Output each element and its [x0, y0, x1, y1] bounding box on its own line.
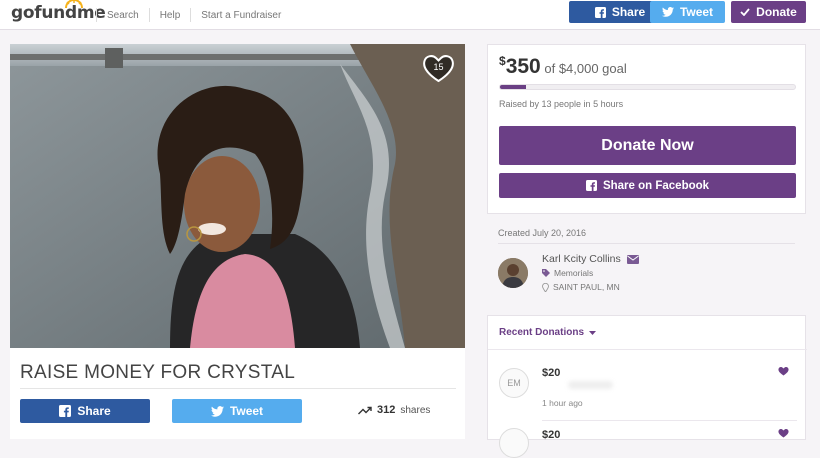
facebook-icon [585, 180, 597, 191]
envelope-icon[interactable] [626, 254, 639, 264]
nav-search[interactable]: Search [107, 10, 139, 21]
organizer-name-text: Karl Kcity Collins [542, 253, 621, 265]
share-on-facebook-label: Share on Facebook [602, 179, 710, 192]
twitter-icon [661, 7, 674, 17]
heart-count: 15 [433, 62, 444, 72]
raised-number: 350 [505, 55, 541, 78]
organizer-name[interactable]: Karl Kcity Collins [542, 253, 639, 265]
created-date: Created July 20, 2016 [498, 228, 587, 238]
tag-icon [542, 269, 550, 277]
raised-value: $350 [499, 54, 541, 78]
funding-card: $350 of $4,000 goal Raised by 13 people … [487, 44, 806, 214]
recent-donations-card: Recent Donations EM $20 1 hour ago $20 [487, 315, 807, 458]
top-bar: gofundme Search Help Start a Fundraiser … [0, 0, 820, 30]
caret-down-icon [589, 330, 597, 335]
facebook-icon [59, 405, 72, 417]
goal-text: of $4,000 goal [544, 61, 627, 76]
organizer-card: Created July 20, 2016 Karl Kcity Collins… [487, 215, 806, 305]
donate-now-button[interactable]: Donate Now [499, 126, 796, 165]
trending-up-icon [358, 406, 372, 414]
organizer-category[interactable]: Memorials [542, 268, 593, 278]
title-divider [20, 388, 456, 389]
donation-divider [542, 420, 797, 421]
recent-donations-header[interactable]: Recent Donations [499, 327, 597, 338]
shares-label: shares [400, 404, 431, 416]
check-icon [740, 8, 750, 16]
tweet-label: Tweet [229, 404, 264, 418]
heart-icon[interactable] [778, 366, 789, 376]
donations-divider [488, 349, 807, 350]
share-on-facebook-button[interactable]: Share on Facebook [499, 173, 796, 198]
organizer-divider [498, 243, 795, 244]
donation-time: 1 hour ago [542, 398, 583, 408]
nav-divider [190, 8, 192, 22]
location-pin-icon [542, 282, 549, 292]
shares-number: 312 [377, 404, 396, 416]
avatar-image [498, 258, 528, 288]
nav-help[interactable]: Help [160, 10, 181, 21]
recent-donations-title: Recent Donations [499, 327, 585, 338]
location-text: SAINT PAUL, MN [553, 282, 620, 292]
category-text: Memorials [554, 268, 594, 278]
organizer-location: SAINT PAUL, MN [542, 282, 620, 292]
nav-divider [148, 8, 150, 22]
raised-by-text: Raised by 13 people in 5 hours [499, 99, 624, 109]
share-button[interactable]: Share [20, 399, 150, 423]
tweet-button[interactable]: Tweet [172, 399, 302, 423]
header-tweet-button[interactable]: Tweet [650, 1, 725, 23]
heart-icon[interactable] [778, 428, 789, 438]
donor-avatar: EM [499, 368, 529, 398]
facebook-icon [594, 6, 606, 18]
logo-sun-icon [65, 0, 83, 9]
campaign-title: RAISE MONEY FOR CRYSTAL [20, 362, 296, 383]
campaign-photo[interactable]: 15 [10, 44, 465, 348]
header-donate-label: Donate [756, 5, 797, 19]
progress-bar [499, 84, 796, 90]
top-nav: Search Help Start a Fundraiser [86, 0, 281, 30]
heart-badge[interactable]: 15 [422, 53, 455, 83]
share-label: Share [77, 404, 111, 418]
nav-start-fundraiser[interactable]: Start a Fundraiser [201, 10, 281, 21]
header-donate-button[interactable]: Donate [731, 1, 806, 23]
donor-name-hidden [568, 381, 613, 389]
nav-divider [96, 8, 97, 22]
header-share-label: Share [611, 5, 646, 19]
organizer-avatar[interactable] [498, 258, 528, 288]
raised-amount: $350 of $4,000 goal [499, 54, 627, 79]
campaign-photo-image [10, 44, 465, 348]
header-tweet-label: Tweet [679, 5, 714, 19]
donor-avatar [499, 428, 529, 458]
twitter-icon [210, 405, 224, 417]
donation-amount: $20 [542, 429, 561, 441]
campaign-panel: 15 RAISE MONEY FOR CRYSTAL Share Tweet 3… [10, 44, 465, 439]
progress-fill [500, 85, 526, 89]
donation-amount: $20 [542, 367, 561, 379]
shares-count: 312 shares [358, 404, 430, 416]
